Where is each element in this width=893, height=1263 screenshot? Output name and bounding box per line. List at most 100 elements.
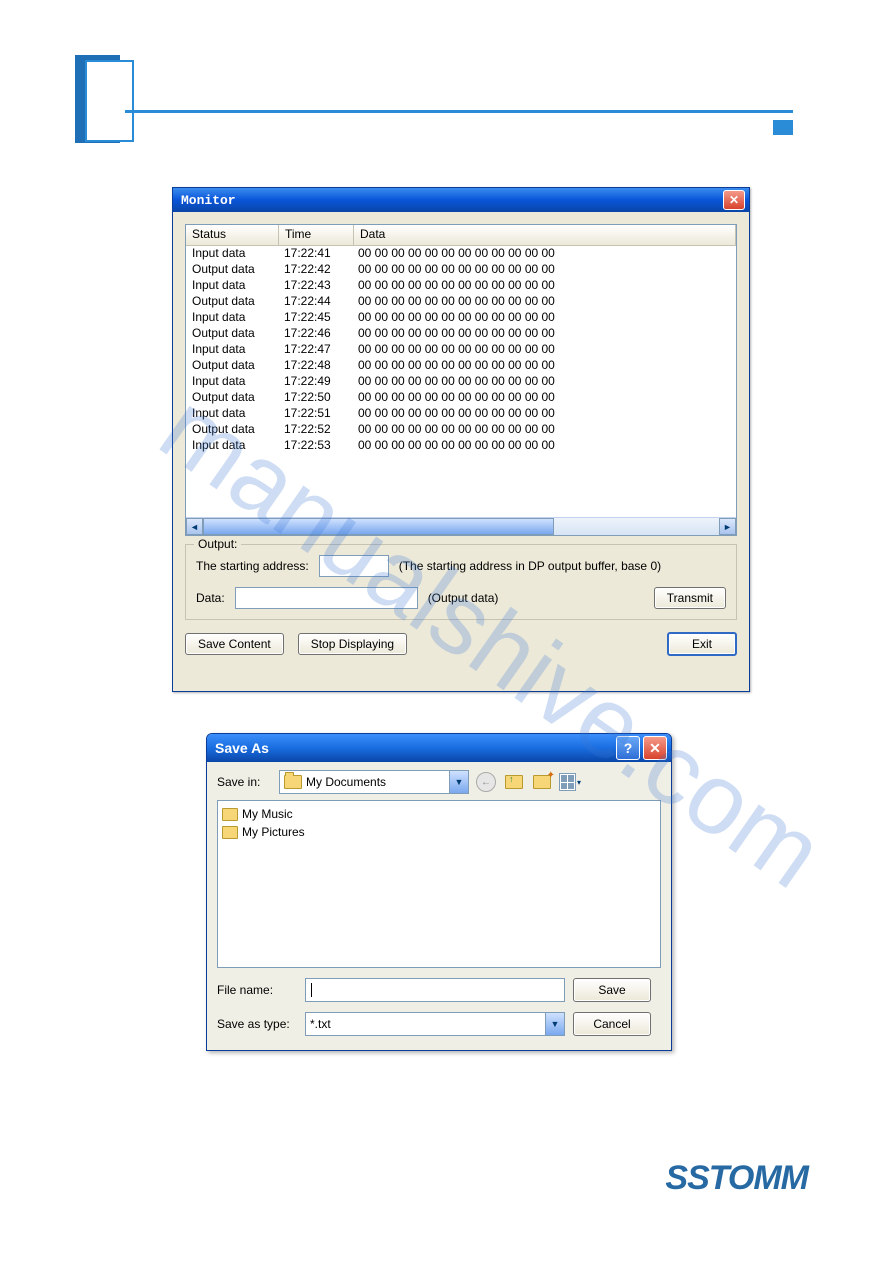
table-row[interactable]: Output data17:22:4200 00 00 00 00 00 00 … [186, 262, 736, 278]
cell-data: 00 00 00 00 00 00 00 00 00 00 00 00 [352, 342, 736, 358]
table-row[interactable]: Output data17:22:4600 00 00 00 00 00 00 … [186, 326, 736, 342]
views-button[interactable]: ▾ [559, 771, 581, 793]
cell-time: 17:22:45 [278, 310, 352, 326]
folder-icon [284, 775, 302, 789]
save-as-dialog: Save As ? ✕ Save in: My Documents ▼ ← ▾ … [206, 733, 672, 1051]
cell-time: 17:22:52 [278, 422, 352, 438]
cell-data: 00 00 00 00 00 00 00 00 00 00 00 00 [352, 246, 736, 262]
cell-data: 00 00 00 00 00 00 00 00 00 00 00 00 [352, 278, 736, 294]
cell-status: Input data [186, 406, 278, 422]
data-input[interactable] [235, 587, 418, 609]
cell-status: Output data [186, 358, 278, 374]
cell-time: 17:22:43 [278, 278, 352, 294]
cell-status: Input data [186, 342, 278, 358]
save-in-label: Save in: [217, 775, 273, 789]
cell-data: 00 00 00 00 00 00 00 00 00 00 00 00 [352, 326, 736, 342]
cell-time: 17:22:41 [278, 246, 352, 262]
scroll-track[interactable] [203, 518, 719, 535]
cell-status: Input data [186, 374, 278, 390]
data-label: Data: [196, 591, 225, 605]
cell-time: 17:22:50 [278, 390, 352, 406]
table-row[interactable]: Input data17:22:4300 00 00 00 00 00 00 0… [186, 278, 736, 294]
text-cursor [311, 983, 312, 997]
close-icon[interactable]: ✕ [643, 736, 667, 760]
cell-data: 00 00 00 00 00 00 00 00 00 00 00 00 [352, 422, 736, 438]
table-row[interactable]: Output data17:22:5200 00 00 00 00 00 00 … [186, 422, 736, 438]
cell-time: 17:22:42 [278, 262, 352, 278]
help-icon[interactable]: ? [616, 736, 640, 760]
start-address-label: The starting address: [196, 559, 309, 573]
output-legend: Output: [194, 537, 241, 551]
table-row[interactable]: Input data17:22:4700 00 00 00 00 00 00 0… [186, 342, 736, 358]
scroll-right-arrow-icon[interactable]: ► [719, 518, 736, 535]
file-list[interactable]: My Music My Pictures [217, 800, 661, 968]
table-row[interactable]: Output data17:22:5000 00 00 00 00 00 00 … [186, 390, 736, 406]
cell-data: 00 00 00 00 00 00 00 00 00 00 00 00 [352, 294, 736, 310]
cell-time: 17:22:53 [278, 438, 352, 454]
transmit-button[interactable]: Transmit [654, 587, 726, 609]
cell-status: Output data [186, 390, 278, 406]
monitor-titlebar[interactable]: Monitor ✕ [173, 188, 749, 212]
save-as-titlebar[interactable]: Save As ? ✕ [207, 734, 671, 762]
cell-data: 00 00 00 00 00 00 00 00 00 00 00 00 [352, 310, 736, 326]
cell-data: 00 00 00 00 00 00 00 00 00 00 00 00 [352, 358, 736, 374]
table-row[interactable]: Input data17:22:5300 00 00 00 00 00 00 0… [186, 438, 736, 454]
list-item[interactable]: My Music [222, 805, 656, 823]
cell-data: 00 00 00 00 00 00 00 00 00 00 00 00 [352, 406, 736, 422]
list-header-row: Status Time Data [186, 225, 736, 246]
monitor-window: Monitor ✕ Status Time Data Input data17:… [172, 187, 750, 692]
list-item[interactable]: My Pictures [222, 823, 656, 841]
monitor-title: Monitor [181, 193, 723, 208]
data-hint: (Output data) [428, 591, 499, 605]
table-row[interactable]: Input data17:22:5100 00 00 00 00 00 00 0… [186, 406, 736, 422]
folder-new-icon [533, 775, 551, 789]
monitor-listview[interactable]: Status Time Data Input data17:22:4100 00… [185, 224, 737, 536]
start-address-input[interactable] [319, 555, 389, 577]
stop-displaying-button[interactable]: Stop Displaying [298, 633, 407, 655]
cell-time: 17:22:48 [278, 358, 352, 374]
save-as-type-combobox[interactable]: *.txt ▼ [305, 1012, 565, 1036]
file-name-input[interactable] [305, 978, 565, 1002]
save-as-title: Save As [215, 740, 613, 756]
horizontal-scrollbar[interactable]: ◄ ► [186, 517, 736, 535]
cell-status: Output data [186, 294, 278, 310]
save-button[interactable]: Save [573, 978, 651, 1002]
save-as-type-value: *.txt [310, 1017, 331, 1031]
table-row[interactable]: Input data17:22:4500 00 00 00 00 00 00 0… [186, 310, 736, 326]
table-row[interactable]: Input data17:22:4100 00 00 00 00 00 00 0… [186, 246, 736, 262]
chevron-down-icon[interactable]: ▼ [545, 1013, 564, 1035]
back-button[interactable]: ← [475, 771, 497, 793]
cancel-button[interactable]: Cancel [573, 1012, 651, 1036]
scroll-thumb[interactable] [203, 518, 554, 535]
col-header-data[interactable]: Data [354, 225, 736, 245]
start-address-hint: (The starting address in DP output buffe… [399, 559, 661, 573]
cell-time: 17:22:49 [278, 374, 352, 390]
file-item-name: My Pictures [242, 825, 305, 839]
file-name-label: File name: [217, 983, 297, 997]
scroll-left-arrow-icon[interactable]: ◄ [186, 518, 203, 535]
folder-icon [222, 808, 238, 821]
save-in-value: My Documents [306, 775, 386, 789]
chevron-down-icon[interactable]: ▼ [449, 771, 468, 793]
close-icon[interactable]: ✕ [723, 190, 745, 210]
cell-data: 00 00 00 00 00 00 00 00 00 00 00 00 [352, 374, 736, 390]
save-in-combobox[interactable]: My Documents ▼ [279, 770, 469, 794]
folder-icon [222, 826, 238, 839]
up-one-level-button[interactable] [503, 771, 525, 793]
cell-data: 00 00 00 00 00 00 00 00 00 00 00 00 [352, 262, 736, 278]
new-folder-button[interactable] [531, 771, 553, 793]
views-icon [559, 773, 576, 791]
cell-time: 17:22:44 [278, 294, 352, 310]
cell-time: 17:22:47 [278, 342, 352, 358]
exit-button[interactable]: Exit [667, 632, 737, 656]
table-row[interactable]: Input data17:22:4900 00 00 00 00 00 00 0… [186, 374, 736, 390]
cell-time: 17:22:46 [278, 326, 352, 342]
save-content-button[interactable]: Save Content [185, 633, 284, 655]
col-header-status[interactable]: Status [186, 225, 279, 245]
table-row[interactable]: Output data17:22:4800 00 00 00 00 00 00 … [186, 358, 736, 374]
cell-data: 00 00 00 00 00 00 00 00 00 00 00 00 [352, 438, 736, 454]
cell-time: 17:22:51 [278, 406, 352, 422]
page-header-line [125, 110, 793, 113]
col-header-time[interactable]: Time [279, 225, 354, 245]
table-row[interactable]: Output data17:22:4400 00 00 00 00 00 00 … [186, 294, 736, 310]
